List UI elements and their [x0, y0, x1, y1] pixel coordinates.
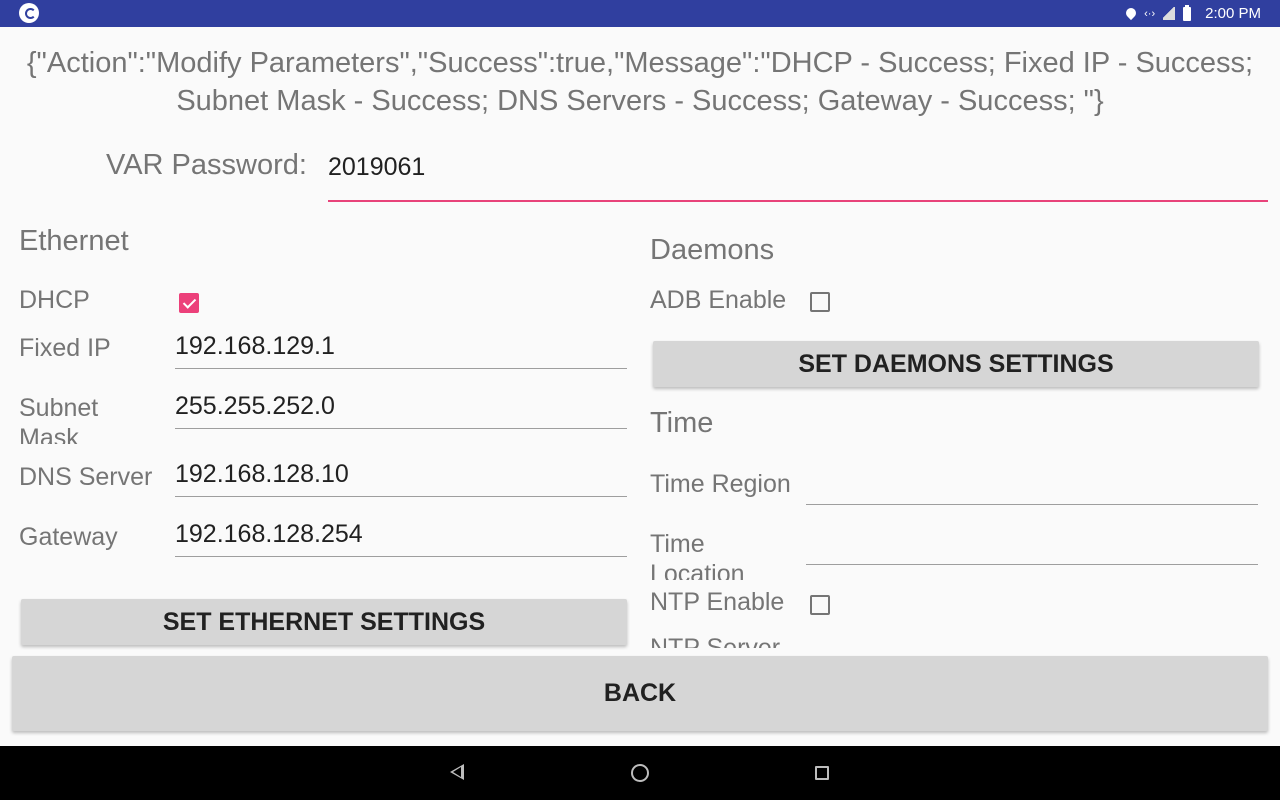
fixed-ip-input[interactable]	[175, 330, 627, 369]
back-button[interactable]: BACK	[12, 656, 1268, 731]
no-signal-icon	[1163, 7, 1176, 20]
adb-enable-label: ADB Enable	[650, 286, 787, 314]
back-icon[interactable]	[450, 764, 464, 780]
time-location-label: Time Location	[650, 530, 745, 580]
ntp-enable-label: NTP Enable	[650, 588, 785, 616]
home-icon[interactable]	[631, 764, 649, 782]
status-bar: ‹·› 2:00 PM	[0, 0, 1280, 27]
gateway-input[interactable]	[175, 518, 627, 557]
daemons-title: Daemons	[650, 234, 775, 266]
dns-server-input[interactable]	[175, 458, 627, 497]
time-region-input[interactable]	[806, 466, 1258, 505]
subnet-mask-label: Subnet Mask	[19, 394, 99, 444]
password-input[interactable]	[328, 150, 1268, 202]
clock: 2:00 PM	[1205, 5, 1261, 22]
navigation-bar	[0, 746, 1280, 800]
ntp-server-label: NTP Server	[650, 634, 781, 648]
fixed-ip-label: Fixed IP	[19, 334, 111, 362]
recents-icon[interactable]	[815, 766, 829, 780]
status-icons: ‹·› 2:00 PM	[1124, 0, 1261, 27]
time-region-label: Time Region	[650, 470, 791, 498]
subnet-mask-input[interactable]	[175, 390, 627, 429]
dhcp-label: DHCP	[19, 286, 90, 314]
location-icon	[1124, 5, 1139, 20]
set-daemons-settings-button[interactable]: SET DAEMONS SETTINGS	[653, 341, 1259, 387]
time-title: Time	[650, 407, 714, 439]
set-ethernet-settings-button[interactable]: SET ETHERNET SETTINGS	[21, 599, 627, 645]
time-location-input[interactable]	[806, 526, 1258, 565]
gateway-label: Gateway	[19, 523, 118, 551]
dns-server-label: DNS Server	[19, 463, 153, 491]
result-message: {"Action":"Modify Parameters","Success":…	[26, 47, 1254, 117]
dhcp-checkbox[interactable]	[179, 293, 199, 313]
ethernet-title: Ethernet	[19, 225, 129, 257]
adb-enable-checkbox[interactable]	[810, 292, 830, 312]
app-icon	[19, 3, 39, 23]
password-label: VAR Password:	[106, 149, 307, 181]
battery-icon	[1183, 4, 1192, 21]
ntp-enable-checkbox[interactable]	[810, 595, 830, 615]
code-icon: ‹·›	[1144, 7, 1156, 20]
